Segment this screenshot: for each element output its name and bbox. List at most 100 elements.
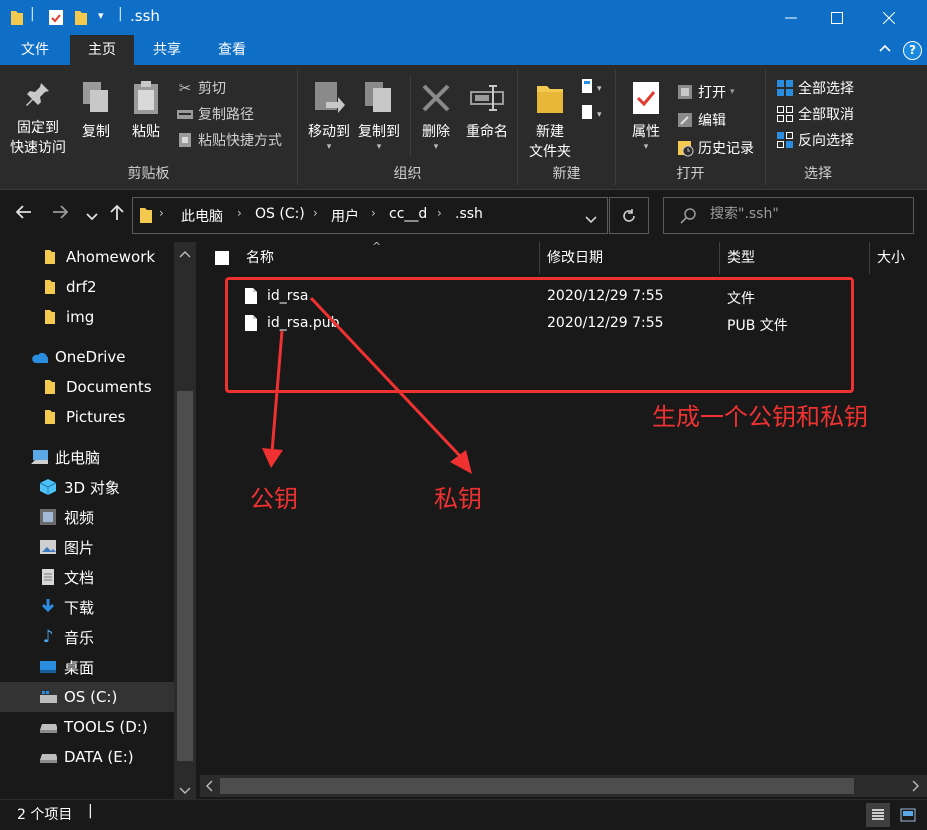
tab-share[interactable]: 共享	[134, 35, 200, 65]
folder-icon[interactable]	[10, 9, 24, 30]
properties-button[interactable]: 属性 ▾	[624, 80, 668, 152]
copy-to-button[interactable]: 复制到 ▾	[354, 80, 404, 152]
horizontal-scrollbar[interactable]	[200, 775, 927, 797]
nav-item-data-e[interactable]: DATA (E:)	[0, 742, 174, 772]
pin-quick-access-button[interactable]: 固定到 快速访问	[6, 80, 70, 158]
tab-home[interactable]: 主页	[70, 35, 134, 65]
scroll-down-icon[interactable]	[179, 783, 191, 799]
nav-item-this-pc[interactable]: 此电脑	[0, 442, 174, 472]
close-button[interactable]	[866, 0, 912, 35]
column-divider[interactable]	[869, 242, 870, 274]
nav-item-documents-lib[interactable]: 文档	[0, 562, 174, 592]
rename-button[interactable]: 重命名	[460, 80, 514, 142]
breadcrumb-user[interactable]: cc__d	[389, 206, 427, 222]
paste-button[interactable]: 粘贴	[124, 80, 168, 142]
breadcrumb-users[interactable]: 用户	[331, 206, 359, 226]
help-icon[interactable]: ?	[903, 41, 922, 60]
nav-item-videos[interactable]: 视频	[0, 502, 174, 532]
annotation-box-label: 生成一个公钥和私钥	[652, 403, 868, 431]
breadcrumb-os-c[interactable]: OS (C:)	[255, 206, 305, 222]
folder-icon	[41, 248, 59, 266]
nav-item-drf2[interactable]: drf2	[0, 272, 174, 302]
up-icon[interactable]	[108, 203, 126, 226]
scroll-right-icon[interactable]	[912, 780, 920, 796]
breadcrumb-ssh[interactable]: .ssh	[455, 206, 483, 222]
minimize-button[interactable]	[768, 0, 814, 35]
details-view-button[interactable]	[866, 803, 890, 827]
breadcrumb-separator-icon[interactable]: ›	[313, 206, 318, 220]
open-button[interactable]: 打开 ▾	[676, 80, 735, 104]
new-folder-button[interactable]: 新建 文件夹	[522, 80, 578, 162]
folder-icon	[41, 378, 59, 396]
pin-icon	[26, 83, 49, 106]
picture-icon	[39, 538, 57, 556]
nav-scrollbar-thumb[interactable]	[177, 391, 193, 761]
move-to-button[interactable]: 移动到 ▾	[304, 80, 354, 152]
column-header-name[interactable]: 名称	[246, 242, 274, 274]
scroll-up-icon[interactable]	[179, 246, 191, 262]
copy-path-button[interactable]: 复制路径	[176, 102, 254, 126]
paste-shortcut-button[interactable]: 粘贴快捷方式	[176, 128, 282, 152]
address-history-icon[interactable]	[585, 212, 597, 228]
breadcrumb-separator-icon[interactable]: ›	[159, 206, 164, 220]
search-input[interactable]	[710, 206, 905, 222]
breadcrumb-this-pc[interactable]: 此电脑	[181, 206, 223, 226]
refresh-button[interactable]	[609, 197, 649, 234]
history-button[interactable]: 历史记录	[676, 136, 754, 160]
breadcrumb-separator-icon[interactable]: ›	[237, 206, 242, 220]
customize-qa-icon[interactable]: ▾	[98, 9, 104, 22]
nav-item-ahomework[interactable]: Ahomework	[0, 242, 174, 272]
nav-item-pictures[interactable]: Pictures	[0, 402, 174, 432]
tab-file[interactable]: 文件	[0, 35, 70, 65]
separator-icon: |	[118, 6, 123, 22]
search-box[interactable]	[663, 197, 914, 234]
collapse-ribbon-icon[interactable]	[879, 42, 891, 56]
column-divider[interactable]	[719, 242, 720, 274]
select-all-button[interactable]: 全部选择	[776, 76, 854, 100]
tab-view[interactable]: 查看	[200, 35, 264, 65]
invert-selection-button[interactable]: 反向选择	[776, 128, 854, 152]
properties-qa-icon[interactable]	[48, 9, 64, 30]
large-icons-view-button[interactable]	[896, 803, 920, 827]
cut-button[interactable]: ✂ 剪切	[176, 76, 226, 100]
new-item-icon[interactable]: ▾	[580, 78, 608, 100]
easy-access-icon[interactable]: ▾	[580, 104, 608, 126]
scissors-icon: ✂	[178, 79, 192, 97]
nav-item-os-c[interactable]: OS (C:)	[0, 682, 174, 712]
nav-item-desktop[interactable]: 桌面	[0, 652, 174, 682]
scroll-left-icon[interactable]	[205, 780, 213, 796]
column-header-type[interactable]: 类型	[727, 242, 755, 274]
nav-item-tools-d[interactable]: TOOLS (D:)	[0, 712, 174, 742]
nav-item-pictures-lib[interactable]: 图片	[0, 532, 174, 562]
horizontal-scrollbar-thumb[interactable]	[220, 778, 854, 794]
cloud-icon	[30, 348, 48, 366]
maximize-button[interactable]	[814, 0, 860, 35]
recent-locations-icon[interactable]	[86, 206, 98, 227]
back-icon[interactable]	[14, 203, 32, 226]
breadcrumb-separator-icon[interactable]: ›	[371, 206, 376, 220]
nav-item-music[interactable]: ♪ 音乐	[0, 622, 174, 652]
copy-button[interactable]: 复制	[76, 80, 116, 142]
history-icon	[678, 141, 694, 157]
breadcrumb-separator-icon[interactable]: ›	[437, 206, 442, 220]
forward-icon[interactable]	[52, 203, 70, 226]
nav-item-onedrive[interactable]: OneDrive	[0, 342, 174, 372]
column-divider[interactable]	[539, 242, 540, 274]
nav-item-documents[interactable]: Documents	[0, 372, 174, 402]
music-icon: ♪	[42, 627, 54, 647]
select-all-checkbox[interactable]	[215, 251, 229, 265]
new-group: 新建 文件夹 ▾ ▾ 新建	[518, 70, 616, 185]
address-bar[interactable]: › 此电脑 › OS (C:) › 用户 › cc__d › .ssh	[132, 197, 608, 234]
edit-button[interactable]: 编辑	[676, 108, 726, 132]
nav-scrollbar[interactable]	[174, 242, 196, 799]
paste-icon	[134, 81, 158, 114]
new-folder-qa-icon[interactable]	[74, 9, 88, 30]
column-header-modified[interactable]: 修改日期	[547, 242, 603, 274]
delete-button[interactable]: 删除 ▾	[416, 80, 456, 152]
nav-item-downloads[interactable]: 下载	[0, 592, 174, 622]
column-header-size[interactable]: 大小	[877, 242, 905, 274]
select-none-button[interactable]: 全部取消	[776, 102, 854, 126]
navigation-bar: › 此电脑 › OS (C:) › 用户 › cc__d › .ssh	[0, 190, 927, 242]
nav-item-img[interactable]: img	[0, 302, 174, 332]
nav-item-3d-objects[interactable]: 3D 对象	[0, 472, 174, 502]
